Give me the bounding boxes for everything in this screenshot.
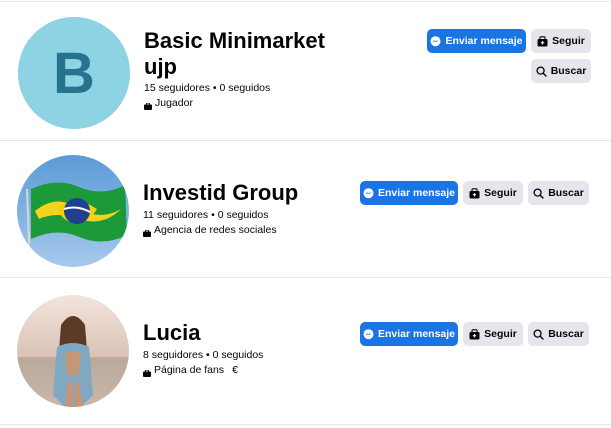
category-label: Agencia de redes sociales	[154, 224, 277, 236]
profile-name[interactable]: Basic Minimarket ujp	[144, 28, 325, 80]
briefcase-icon	[143, 367, 151, 377]
search-button[interactable]: Buscar	[531, 59, 591, 83]
divider	[0, 424, 611, 425]
search-icon	[533, 187, 544, 199]
send-message-button[interactable]: Enviar mensaje	[360, 322, 458, 346]
category: Agencia de redes sociales	[143, 223, 277, 237]
follow-button[interactable]: Seguir	[531, 29, 591, 53]
search-icon	[533, 328, 544, 340]
search-icon	[536, 65, 547, 77]
divider	[0, 140, 611, 141]
category-label: Página de fans	[154, 364, 225, 376]
avatar-letter: B	[53, 41, 95, 106]
divider	[0, 1, 611, 2]
avatar[interactable]	[17, 155, 129, 267]
send-message-button[interactable]: Enviar mensaje	[427, 29, 526, 53]
follow-button[interactable]: Seguir	[463, 322, 523, 346]
category-extra: €	[232, 364, 238, 376]
follow-icon	[469, 187, 480, 199]
divider	[0, 277, 611, 278]
briefcase-icon	[144, 100, 152, 110]
follow-icon	[469, 328, 480, 340]
category-label: Jugador	[155, 97, 193, 109]
messenger-icon	[430, 35, 441, 47]
messenger-icon	[363, 328, 374, 340]
search-button[interactable]: Buscar	[528, 322, 589, 346]
briefcase-icon	[143, 227, 151, 237]
category: Página de fans €	[143, 363, 238, 377]
follower-stats: 8 seguidores • 0 seguidos	[143, 349, 264, 361]
profile-name[interactable]: Investid Group	[143, 180, 298, 206]
follower-stats: 15 seguidores • 0 seguidos	[144, 82, 271, 94]
search-button[interactable]: Buscar	[528, 181, 589, 205]
profile-name[interactable]: Lucia	[143, 320, 200, 346]
follow-button[interactable]: Seguir	[463, 181, 523, 205]
category: Jugador	[144, 96, 193, 110]
follower-stats: 11 seguidores • 0 seguidos	[143, 209, 269, 221]
follow-icon	[537, 35, 548, 47]
messenger-icon	[363, 187, 374, 199]
avatar[interactable]: B	[18, 17, 130, 129]
avatar[interactable]	[17, 295, 129, 407]
send-message-button[interactable]: Enviar mensaje	[360, 181, 458, 205]
